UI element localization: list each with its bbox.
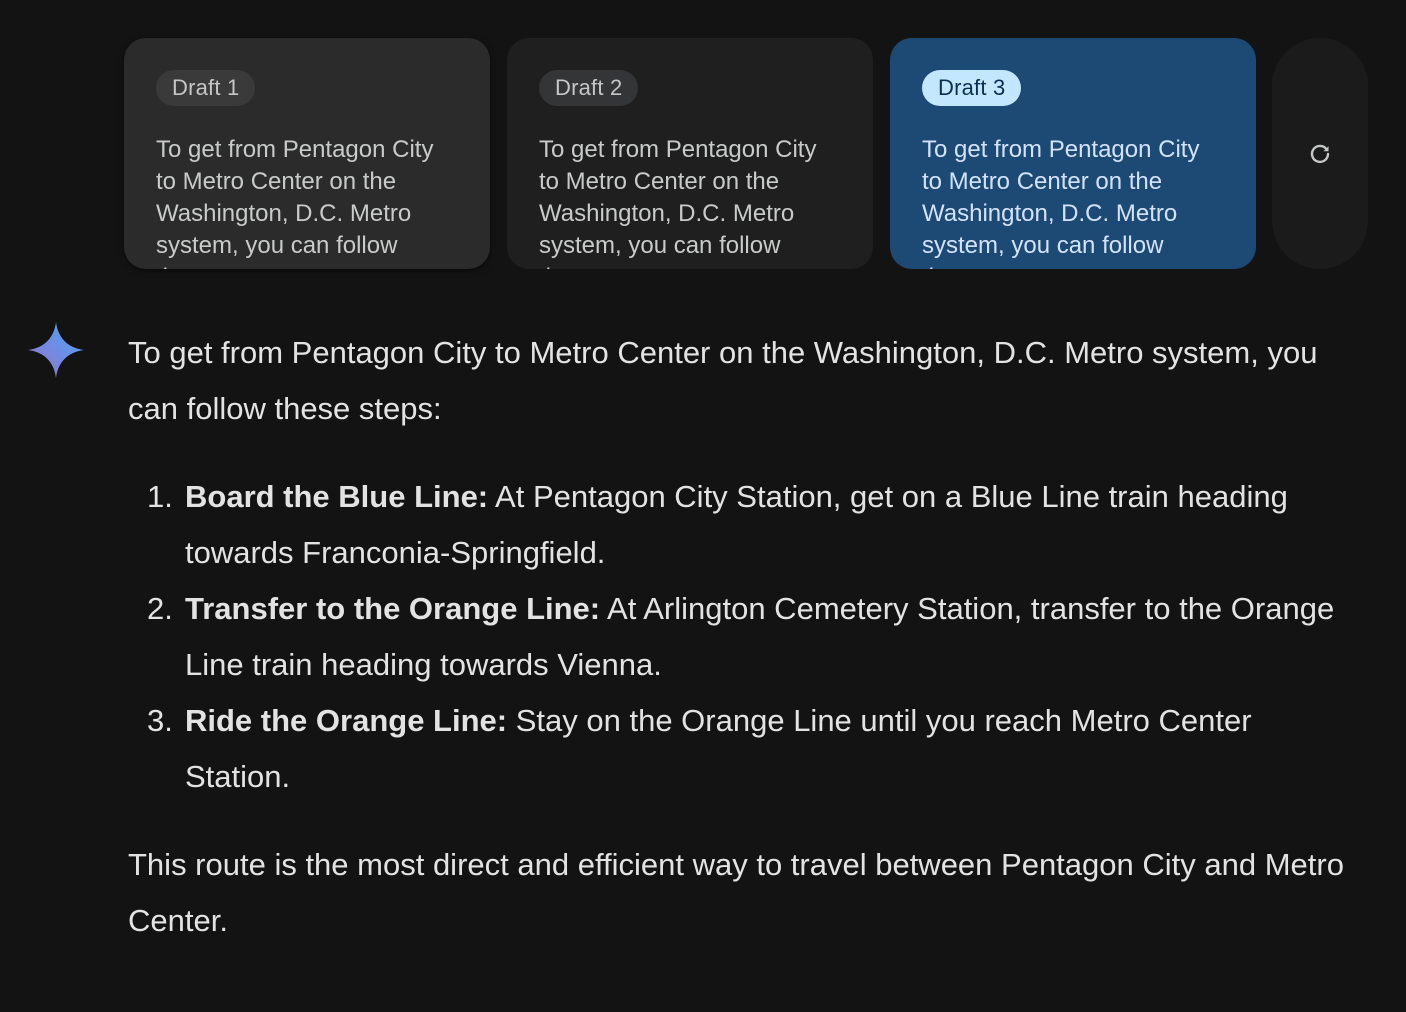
draft-preview: To get from Pentagon City to Metro Cente… bbox=[922, 136, 1200, 269]
draft-label: Draft 3 bbox=[922, 70, 1022, 106]
step-title: Board the Blue Line: bbox=[185, 479, 489, 514]
chat-page: Draft 1 To get from Pentagon City to Met… bbox=[0, 0, 1406, 1012]
step-number: 2. bbox=[147, 591, 173, 626]
sparkle-icon bbox=[26, 320, 86, 380]
draft-label: Draft 1 bbox=[156, 70, 256, 106]
step-number: 3. bbox=[147, 703, 173, 738]
response-body: To get from Pentagon City to Metro Cente… bbox=[128, 325, 1358, 949]
draft-card-3[interactable]: Draft 3 To get from Pentagon City to Met… bbox=[890, 38, 1256, 269]
list-item: 2. Transfer to the Orange Line: At Arlin… bbox=[147, 581, 1358, 693]
refresh-icon bbox=[1308, 142, 1332, 166]
step-number: 1. bbox=[147, 479, 173, 514]
drafts-row: Draft 1 To get from Pentagon City to Met… bbox=[124, 38, 1256, 269]
draft-preview: To get from Pentagon City to Metro Cente… bbox=[539, 136, 817, 269]
draft-label: Draft 2 bbox=[539, 70, 639, 106]
steps-list: 1. Board the Blue Line: At Pentagon City… bbox=[128, 469, 1358, 805]
draft-preview: To get from Pentagon City to Metro Cente… bbox=[156, 136, 434, 269]
draft-card-2[interactable]: Draft 2 To get from Pentagon City to Met… bbox=[507, 38, 873, 269]
response-intro: To get from Pentagon City to Metro Cente… bbox=[128, 335, 1318, 426]
step-title: Ride the Orange Line: bbox=[185, 703, 508, 738]
list-item: 1. Board the Blue Line: At Pentagon City… bbox=[147, 469, 1358, 581]
step-title: Transfer to the Orange Line: bbox=[185, 591, 601, 626]
response-closing: This route is the most direct and effici… bbox=[128, 847, 1344, 938]
regenerate-drafts-button[interactable] bbox=[1272, 38, 1368, 269]
draft-card-1[interactable]: Draft 1 To get from Pentagon City to Met… bbox=[124, 38, 490, 269]
list-item: 3. Ride the Orange Line: Stay on the Ora… bbox=[147, 693, 1358, 805]
